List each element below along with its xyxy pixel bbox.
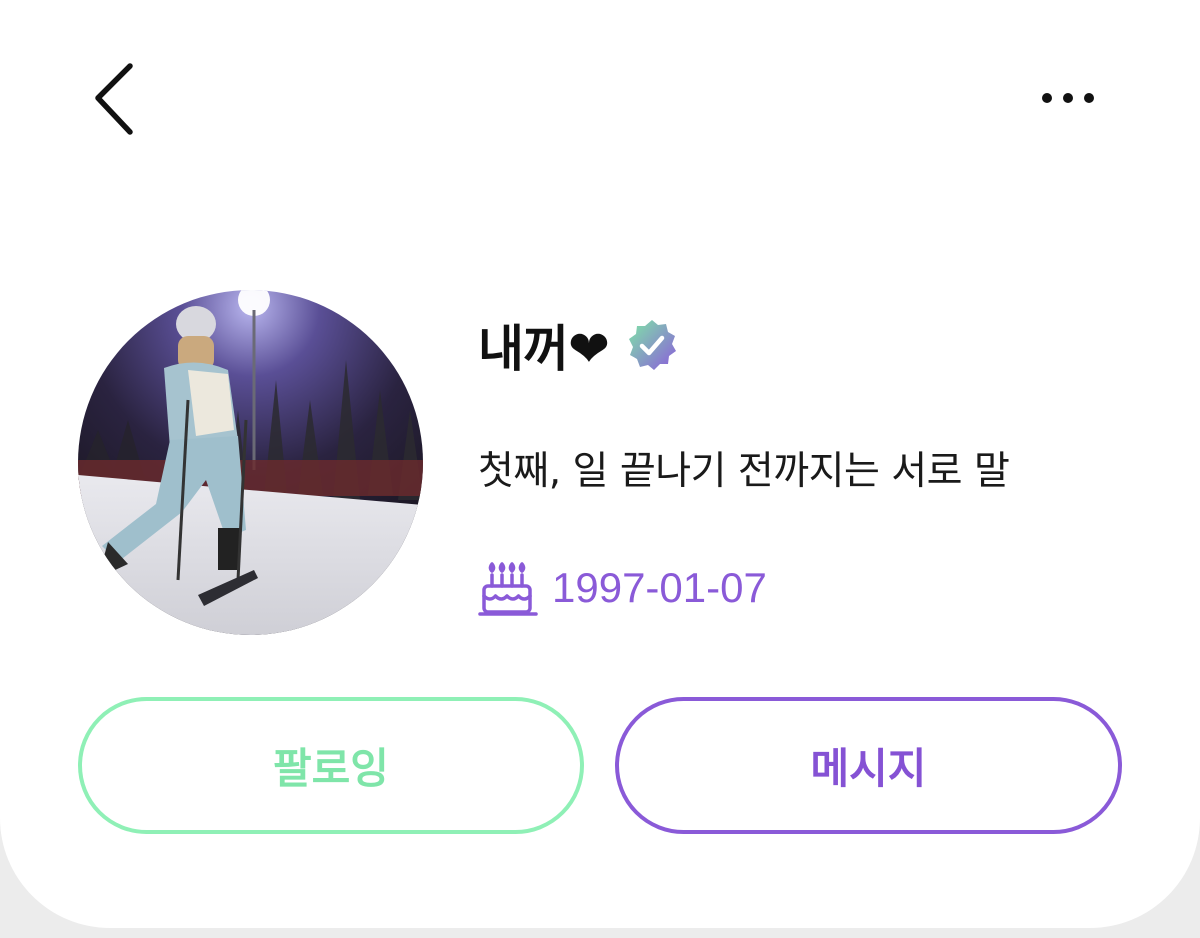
profile-screen: 내꺼❤ 첫째, 일 끝나기 전까지는 서로 말 1997-01-07 팔로잉 메… bbox=[0, 0, 1200, 928]
avatar[interactable] bbox=[78, 290, 423, 635]
birthday-row: 1997-01-07 bbox=[478, 556, 767, 620]
profile-name: 내꺼❤ bbox=[478, 320, 610, 378]
following-button[interactable]: 팔로잉 bbox=[78, 697, 584, 834]
profile-name-row: 내꺼❤ bbox=[478, 305, 679, 385]
back-button[interactable] bbox=[82, 58, 152, 140]
message-button[interactable]: 메시지 bbox=[615, 697, 1122, 834]
profile-bio: 첫째, 일 끝나기 전까지는 서로 말 bbox=[478, 449, 1010, 494]
more-options-button[interactable] bbox=[1030, 78, 1106, 118]
birthday-cake-icon bbox=[478, 562, 538, 616]
profile-photo bbox=[78, 290, 423, 635]
verified-badge-icon bbox=[628, 320, 676, 370]
more-horizontal-icon bbox=[1042, 93, 1094, 103]
chevron-left-icon bbox=[95, 63, 133, 135]
birthday-date: 1997-01-07 bbox=[552, 564, 767, 611]
